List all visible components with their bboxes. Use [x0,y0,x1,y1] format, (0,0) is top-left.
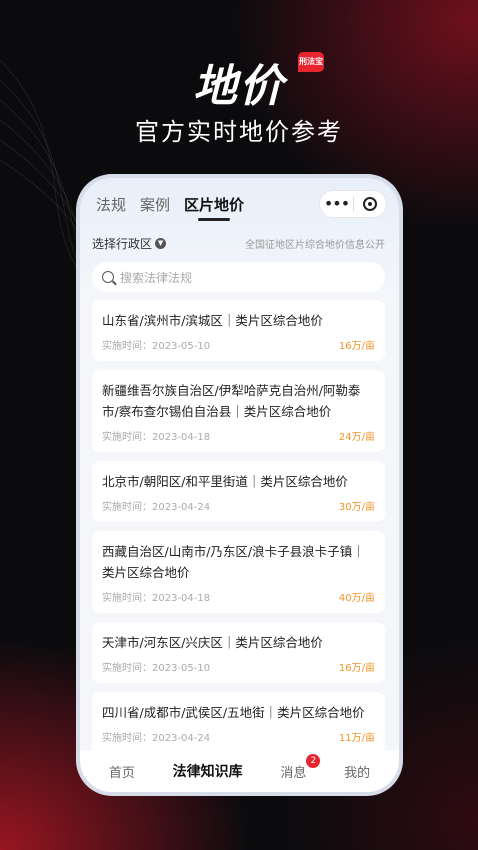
land-price-list: 山东省/滨州市/滨城区｜类片区综合地价 实施时间：2023-05-10 16万/亩… [92,300,385,762]
list-item[interactable]: 四川省/成都市/武侯区/五地街｜类片区综合地价 实施时间：2023-04-24 1… [92,692,385,753]
app-screen: 法规 案例 区片地价 ••• 选择行政区 ▼ 全国征地区片综合地价信息公开 搜索… [80,178,399,792]
item-price: 16万/亩 [338,341,375,352]
region-selector[interactable]: 选择行政区 ▼ [92,235,167,252]
item-price: 30万/亩 [338,502,375,513]
item-title: 天津市/河东区/兴庆区｜类片区综合地价 [102,635,323,650]
item-price: 40万/亩 [338,593,375,604]
target-icon[interactable] [354,197,386,211]
message-count-badge: 2 [306,753,321,768]
nav-law-library[interactable]: 法律知识库 [173,761,243,781]
search-icon [102,271,114,283]
item-price: 16万/亩 [338,663,375,674]
top-tabs: 法规 案例 区片地价 [96,194,244,221]
notice-text: 全国征地区片综合地价信息公开 [245,240,385,251]
nav-home[interactable]: 首页 [109,762,135,781]
item-price: 11万/亩 [338,733,375,744]
list-item[interactable]: 新疆维吾尔族自治区/伊犁哈萨克自治州/阿勒泰市/察布查尔锡伯自治县｜类片区综合地… [92,370,385,452]
more-dots-icon[interactable]: ••• [320,191,353,217]
item-date: 实施时间：2023-04-24 [102,502,211,513]
bottom-nav: 首页 法律知识库 消息 2 我的 [80,750,399,792]
item-title: 新疆维吾尔族自治区/伊犁哈萨克自治州/阿勒泰市/察布查尔锡伯自治县｜类片区综合地… [102,383,361,419]
phone-frame: 法规 案例 区片地价 ••• 选择行政区 ▼ 全国征地区片综合地价信息公开 搜索… [76,174,403,796]
tab-regulations[interactable]: 法规 [96,194,126,215]
hero-subtitle: 官方实时地价参考 [135,118,343,146]
list-item[interactable]: 西藏自治区/山南市/乃东区/浪卡子县浪卡子镇｜类片区综合地价 实施时间：2023… [92,531,385,613]
hero-title: 地价 [193,61,285,112]
search-input[interactable]: 搜索法律法规 [120,269,192,286]
item-date: 实施时间：2023-04-18 [102,432,211,443]
item-title: 四川省/成都市/武侯区/五地街｜类片区综合地价 [102,705,365,720]
brand-badge: 刑法宝 [298,52,324,72]
nav-messages[interactable]: 消息 2 [280,753,321,781]
list-item[interactable]: 北京市/朝阳区/和平里街道｜类片区综合地价 实施时间：2023-04-24 30万… [92,461,385,522]
item-price: 24万/亩 [338,432,375,443]
list-item[interactable]: 山东省/滨州市/滨城区｜类片区综合地价 实施时间：2023-05-10 16万/亩 [92,300,385,361]
item-title: 山东省/滨州市/滨城区｜类片区综合地价 [102,313,323,328]
region-label: 选择行政区 [92,237,153,251]
tab-land-price[interactable]: 区片地价 [184,194,244,221]
item-date: 实施时间：2023-05-10 [102,663,211,674]
filter-row: 选择行政区 ▼ 全国征地区片综合地价信息公开 [92,235,385,252]
mini-program-capsule: ••• [319,190,387,218]
tab-cases[interactable]: 案例 [140,194,170,215]
item-title: 北京市/朝阳区/和平里街道｜类片区综合地价 [102,474,348,489]
item-date: 实施时间：2023-04-24 [102,733,211,744]
list-item[interactable]: 天津市/河东区/兴庆区｜类片区综合地价 实施时间：2023-05-10 16万/亩 [92,622,385,683]
nav-messages-label: 消息 [280,765,307,781]
nav-profile[interactable]: 我的 [344,762,370,781]
item-date: 实施时间：2023-04-18 [102,593,211,604]
item-title: 西藏自治区/山南市/乃东区/浪卡子县浪卡子镇｜类片区综合地价 [102,544,365,580]
item-date: 实施时间：2023-05-10 [102,341,211,352]
search-bar[interactable]: 搜索法律法规 [92,262,385,292]
chevron-down-icon: ▼ [155,238,167,249]
